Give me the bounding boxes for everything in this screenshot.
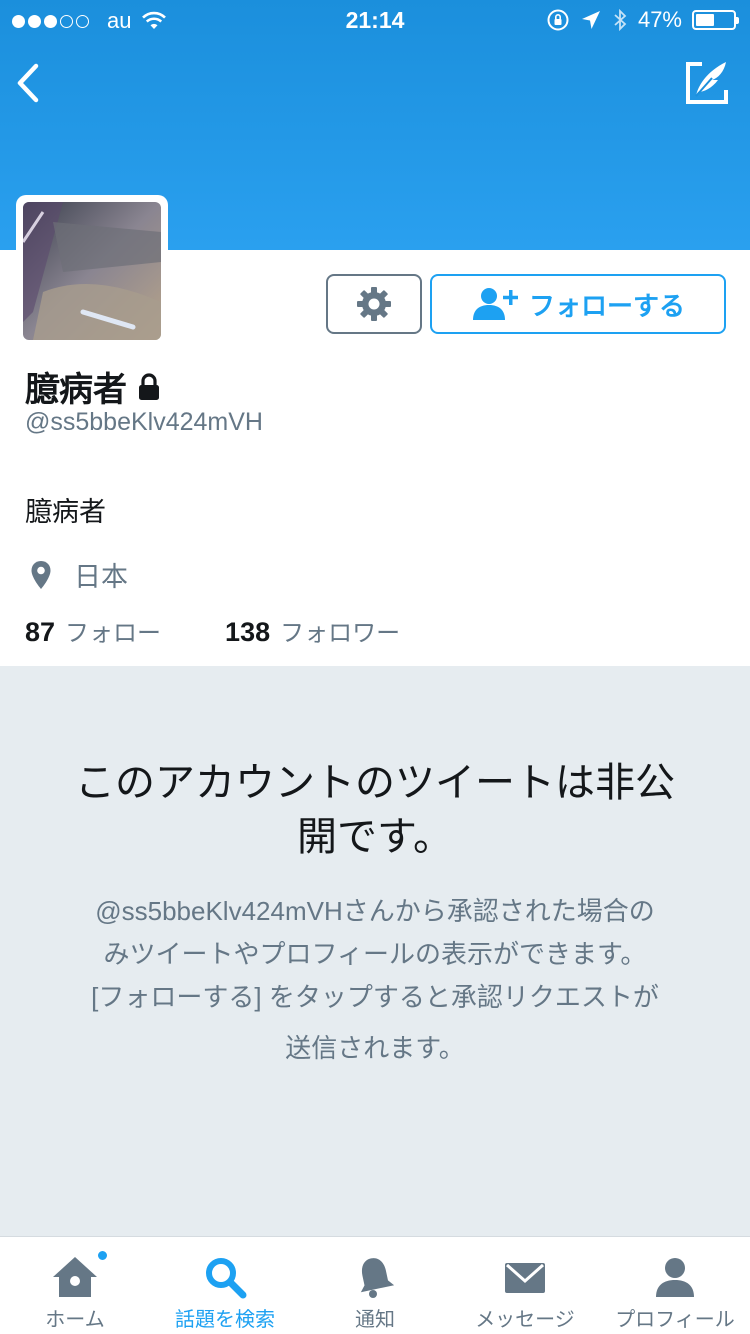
follow-stats: 87 フォロー 138 フォロワー (25, 613, 400, 648)
tab-notifications-label: 通知 (355, 1309, 395, 1331)
battery-icon (692, 10, 739, 30)
profile-name-row: 臆病者 (25, 362, 161, 411)
envelope-icon (505, 1263, 545, 1293)
followers-count: 138 (225, 617, 271, 647)
add-user-icon (472, 288, 518, 320)
profile-avatar[interactable] (16, 195, 168, 347)
profile-bio: 臆病者 (25, 497, 106, 527)
protected-desc-line3: [フォローする] をタップすると承認リクエストが (91, 982, 659, 1012)
protected-account-notice: このアカウントのツイートは非公 開です。 @ss5bbeKlv424mVHさんか… (0, 666, 750, 1236)
tab-profile[interactable]: プロフィール (600, 1237, 750, 1334)
protected-desc-line2: みツイートやプロフィールの表示ができます。 (103, 939, 647, 969)
tab-search-label: 話題を検索 (175, 1309, 275, 1331)
tab-home[interactable]: ホーム (0, 1237, 150, 1334)
gear-icon (357, 287, 391, 321)
protected-title-line1: このアカウントのツイートは非公 (75, 761, 675, 805)
protected-desc-line4: 送信されます。 (285, 1033, 465, 1063)
home-icon (53, 1257, 97, 1297)
location-arrow-icon (581, 11, 600, 29)
protected-title: このアカウントのツイートは非公 開です。 (40, 756, 710, 864)
following-count: 87 (25, 617, 56, 647)
status-bar: au 21:14 47% (0, 0, 750, 40)
followers-stat[interactable]: 138 フォロワー (225, 613, 400, 648)
settings-button[interactable] (326, 274, 422, 334)
tab-notifications[interactable]: 通知 (300, 1237, 450, 1334)
followers-label: フォロワー (280, 620, 401, 647)
tab-messages[interactable]: メッセージ (450, 1237, 600, 1334)
lock-icon (139, 372, 159, 400)
back-button[interactable] (12, 60, 52, 106)
follow-button-label: フォローする (528, 290, 685, 321)
protected-desc-line1: @ss5bbeKlv424mVHさんから承認された場合の (95, 896, 655, 926)
search-icon (206, 1258, 247, 1299)
location-pin-icon (31, 560, 51, 589)
chevron-left-icon (17, 63, 39, 103)
bottom-tab-bar: ホーム 話題を検索 通知 メッセージ プロフィール (0, 1236, 750, 1334)
tab-profile-label: プロフィール (615, 1309, 735, 1331)
compose-tweet-button[interactable] (684, 58, 732, 106)
following-stat[interactable]: 87 フォロー (25, 613, 161, 648)
bell-icon (360, 1258, 395, 1298)
notification-dot (96, 1249, 109, 1262)
profile-handle: @ss5bbeKlv424mVH (25, 408, 263, 436)
tab-messages-label: メッセージ (475, 1309, 575, 1331)
profile-name: 臆病者 (25, 371, 127, 409)
follow-button[interactable]: フォローする (430, 274, 726, 334)
protected-title-line2: 開です。 (297, 815, 453, 859)
tab-search[interactable]: 話題を検索 (150, 1237, 300, 1334)
location-text: 日本 (74, 562, 128, 592)
orientation-lock-icon (547, 9, 569, 31)
profile-location: 日本 (30, 555, 128, 594)
person-icon (656, 1258, 694, 1297)
protected-description: @ss5bbeKlv424mVHさんから承認された場合の みツイートやプロフィー… (40, 890, 710, 1070)
following-label: フォロー (65, 620, 162, 647)
compose-quill-icon (686, 62, 728, 104)
battery-percent: 47% (637, 7, 682, 32)
tab-home-label: ホーム (45, 1309, 105, 1331)
bluetooth-icon (614, 8, 627, 32)
avatar-image (21, 202, 161, 340)
